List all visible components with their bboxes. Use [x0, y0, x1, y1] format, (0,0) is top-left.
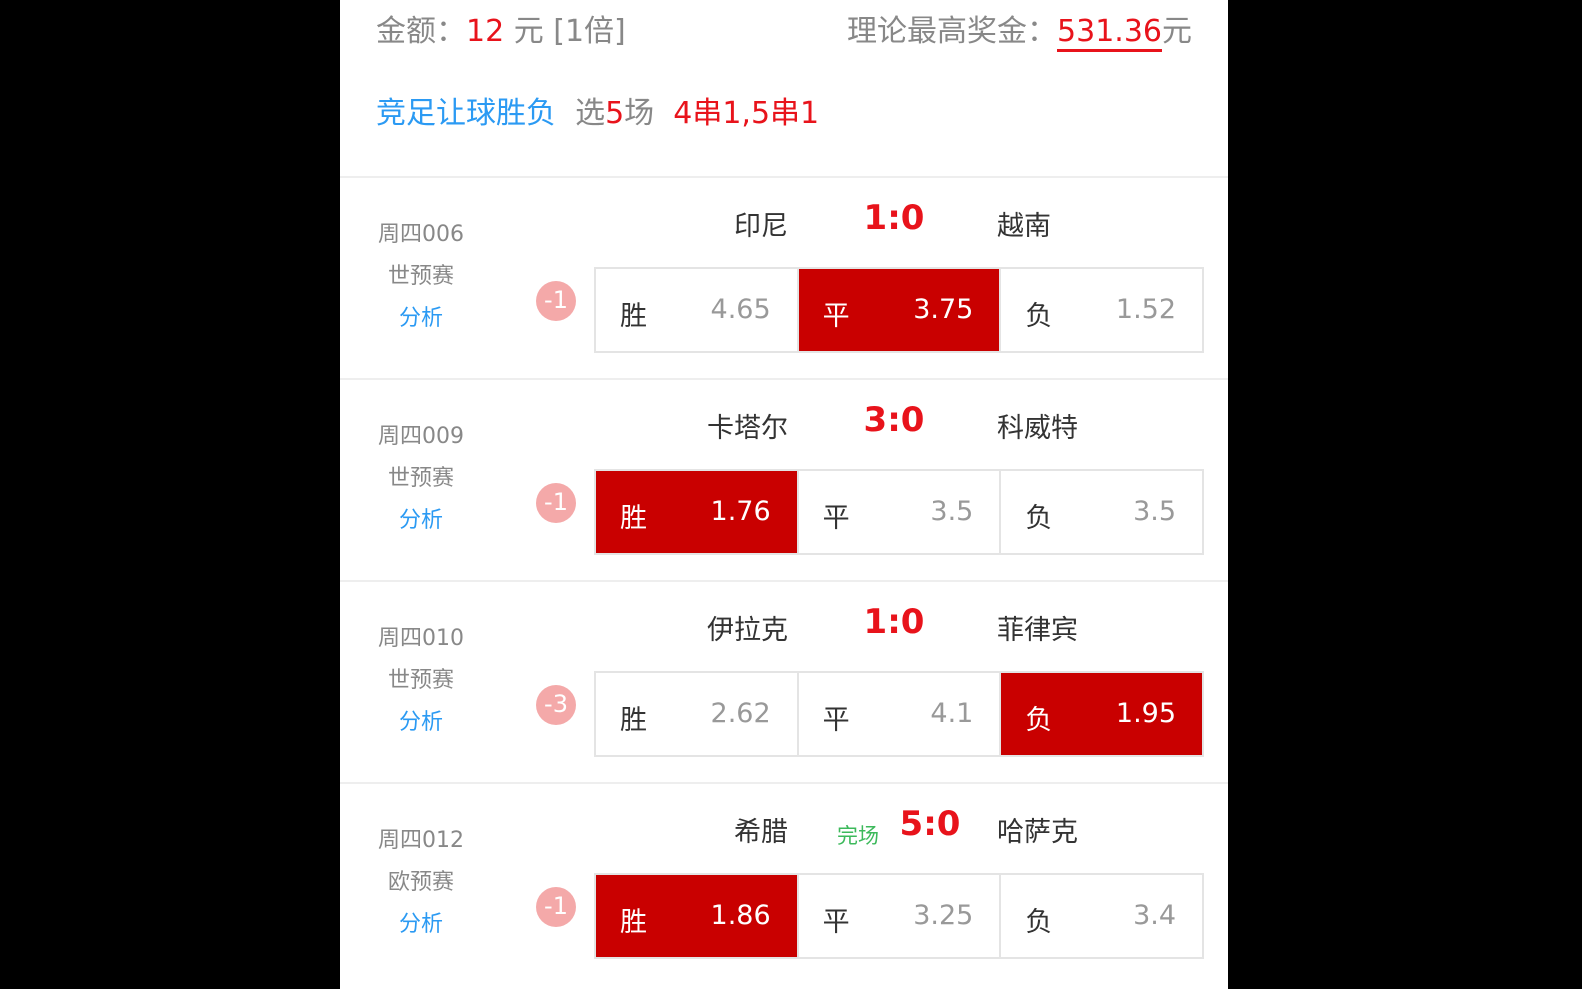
score: 1:0 [863, 602, 925, 642]
odds-label: 平 [822, 503, 850, 534]
odds-value: 1.95 [1115, 698, 1177, 729]
amount-label: 金额： [376, 14, 466, 49]
match-row: 周四006 世预赛 分析 印尼 1:0 越南 -1 胜 4.65 平 3.75 负 1.5… [340, 176, 1228, 378]
match-row: 周四009 世预赛 分析 卡塔尔 3:0 科威特 -1 胜 1.76 平 3.5 负 3.… [340, 378, 1228, 580]
league: 世预赛 [387, 264, 454, 289]
odds-group: 胜 4.65 平 3.75 负 1.52 [594, 267, 1204, 353]
score: 5:0 [899, 804, 961, 844]
odds-option[interactable]: 平 4.1 [796, 673, 1000, 755]
summary-bar: 金额：12 元 [1倍] 理论最高奖金：531.36元 [376, 6, 1192, 52]
odds-option[interactable]: 负 3.4 [999, 875, 1202, 957]
away-team: 哈萨克 [997, 817, 1078, 848]
analysis-link[interactable]: 分析 [376, 502, 466, 534]
league: 欧预赛 [387, 870, 454, 895]
odds-value: 3.5 [930, 496, 974, 527]
odds-label: 平 [822, 301, 850, 332]
league: 世预赛 [387, 668, 454, 693]
odds-group: 胜 2.62 平 4.1 负 1.95 [594, 671, 1204, 757]
odds-value: 2.62 [710, 698, 771, 729]
score: 3:0 [863, 400, 925, 440]
bet-type: 竞足让球胜负 [376, 96, 556, 131]
match-status: 完场 [837, 824, 879, 848]
odds-option[interactable]: 负 1.95 [999, 673, 1203, 755]
match-id: 周四009 [378, 424, 464, 449]
away-team: 越南 [997, 211, 1051, 242]
odds-value: 3.25 [913, 900, 974, 931]
odds-value: 1.52 [1115, 294, 1177, 325]
odds-option[interactable]: 平 3.75 [796, 269, 1000, 351]
odds-option[interactable]: 负 1.52 [999, 269, 1202, 351]
odds-value: 3.5 [1133, 496, 1177, 527]
bet-info: 竞足让球胜负 选5场 4串1,5串1 [376, 88, 819, 132]
odds-value: 3.75 [913, 294, 974, 325]
home-team: 卡塔尔 [707, 413, 788, 444]
odds-value: 1.76 [710, 496, 771, 527]
score: 1:0 [863, 198, 925, 238]
max-prize: 理论最高奖金：531.36元 [847, 6, 1192, 52]
analysis-link[interactable]: 分析 [376, 906, 466, 938]
combo-types: 4串1,5串1 [673, 96, 820, 131]
odds-label: 负 [1025, 907, 1053, 938]
handicap-badge: -1 [536, 483, 576, 523]
odds-label: 胜 [620, 907, 647, 938]
match-id: 周四010 [378, 626, 464, 651]
odds-group: 胜 1.86 平 3.25 负 3.4 [594, 873, 1204, 959]
home-team: 印尼 [734, 211, 788, 242]
odds-label: 负 [1025, 503, 1053, 534]
bet-detail-panel: 金额：12 元 [1倍] 理论最高奖金：531.36元 竞足让球胜负 选5场 4… [340, 0, 1228, 989]
analysis-link[interactable]: 分析 [376, 704, 466, 736]
odds-option[interactable]: 胜 1.86 [596, 875, 797, 957]
odds-label: 平 [822, 705, 850, 736]
odds-label: 胜 [620, 705, 647, 736]
prize-label: 理论最高奖金： [847, 14, 1058, 49]
odds-label: 胜 [620, 301, 647, 332]
match-row: 周四010 世预赛 分析 伊拉克 1:0 菲律宾 -3 胜 2.62 平 4.1 负 1.… [340, 580, 1228, 782]
pick-prefix: 选 [575, 96, 606, 131]
odds-value: 4.1 [930, 698, 974, 729]
amount: 金额：12 元 [1倍] [376, 6, 626, 50]
odds-option[interactable]: 胜 2.62 [596, 673, 797, 755]
odds-label: 胜 [620, 503, 647, 534]
match-id: 周四012 [378, 828, 464, 853]
away-team: 科威特 [997, 413, 1078, 444]
odds-option[interactable]: 胜 4.65 [596, 269, 797, 351]
odds-option[interactable]: 平 3.25 [796, 875, 1000, 957]
prize-unit: 元 [1162, 14, 1192, 49]
home-team: 伊拉克 [707, 615, 788, 646]
amount-value: 12 [466, 14, 505, 49]
handicap-badge: -1 [536, 887, 576, 927]
odds-value: 1.86 [710, 900, 771, 931]
home-team: 希腊 [734, 817, 788, 848]
odds-value: 3.4 [1133, 900, 1177, 931]
odds-option[interactable]: 平 3.5 [796, 471, 1000, 553]
league: 世预赛 [387, 466, 454, 491]
match-row: 周四012 欧预赛 分析 希腊 完场 5:0 哈萨克 -1 胜 1.86 平 3.25… [340, 782, 1228, 984]
away-team: 菲律宾 [997, 615, 1078, 646]
handicap-badge: -3 [536, 685, 576, 725]
pick-count: 5 [605, 96, 625, 131]
handicap-badge: -1 [536, 281, 576, 321]
odds-label: 负 [1025, 301, 1053, 332]
analysis-link[interactable]: 分析 [376, 300, 466, 332]
amount-unit: 元 [1倍] [513, 14, 626, 49]
odds-value: 4.65 [710, 294, 771, 325]
odds-group: 胜 1.76 平 3.5 负 3.5 [594, 469, 1204, 555]
odds-label: 负 [1025, 705, 1053, 736]
pick-suffix: 场 [624, 96, 655, 131]
odds-label: 平 [822, 907, 850, 938]
prize-value: 531.36 [1057, 14, 1162, 52]
match-id: 周四006 [378, 222, 464, 247]
odds-option[interactable]: 负 3.5 [999, 471, 1202, 553]
odds-option[interactable]: 胜 1.76 [596, 471, 797, 553]
